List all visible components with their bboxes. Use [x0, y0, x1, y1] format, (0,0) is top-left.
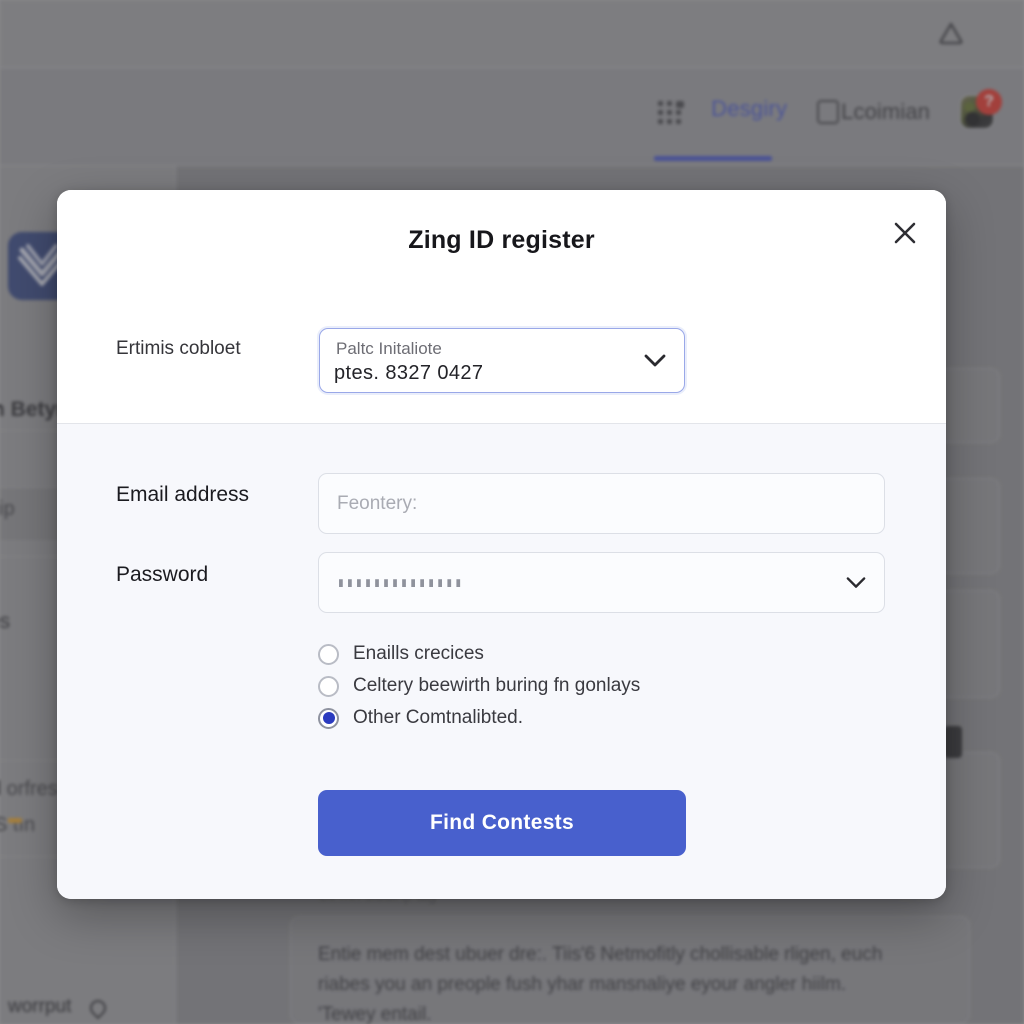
avatar-shape-upper [964, 102, 975, 112]
password-field[interactable]: ▮▮▮▮▮▮▮▮▮▮▮▮▮▮ [318, 552, 885, 613]
sidebar-orange-marker [8, 818, 22, 823]
top-row-label: Ertimis cobloet [116, 338, 241, 359]
radio-option-1-label: Celtery beewirth buring fn gonlays [353, 675, 641, 696]
close-icon-glyph [894, 222, 916, 244]
content-dark-chip[interactable] [944, 726, 962, 758]
avatar-shape-lower [965, 112, 980, 126]
tab-desgiry[interactable]: Desgiry [711, 96, 787, 128]
radio-indicator [318, 707, 339, 729]
radio-option-0-label: Enaills crecices [353, 643, 484, 664]
chevron-down-icon[interactable] [846, 576, 866, 589]
email-placeholder: Feontery: [337, 492, 418, 514]
tab-desgiry-label: Desgiry [711, 96, 788, 121]
zing-id-register-dialog: Zing ID register Ertimis cobloet Paltc I… [57, 190, 946, 899]
dialog-header-section: Zing ID register Ertimis cobloet Paltc I… [57, 190, 946, 424]
avatar-notification-badge[interactable]: ? [976, 89, 1002, 115]
triangle-icon[interactable] [938, 20, 964, 46]
account-select-line2: ptes. 8327 0427 [334, 362, 484, 384]
find-contests-button[interactable]: Find Contests [318, 790, 686, 856]
radio-option-2[interactable]: Other Comtnalibted. [318, 702, 640, 734]
radio-indicator [318, 675, 339, 697]
sidebar-item-1[interactable]: uip [0, 498, 15, 521]
navbar-items: Desgiry Lcoimian ? [658, 89, 1002, 129]
nav-checkbox[interactable] [817, 100, 840, 124]
radio-option-0[interactable]: Enaills crecices [318, 638, 640, 670]
password-masked-value: ▮▮▮▮▮▮▮▮▮▮▮▮▮▮ [337, 575, 464, 590]
password-label: Password [116, 563, 209, 586]
sidebar-footer-label[interactable]: worrput [8, 996, 71, 1018]
account-select[interactable]: Paltc Initaliote ptes. 8327 0427 [319, 328, 685, 393]
browser-topbar [0, 0, 1024, 68]
radio-option-2-label: Other Comtnalibted. [353, 707, 524, 728]
nav-checkbox-label: Lcoimian [841, 99, 930, 124]
chevron-down-icon [644, 354, 666, 366]
nav-checkbox-group[interactable]: Lcoimian [817, 99, 930, 125]
radio-indicator [318, 643, 339, 665]
dialog-title: Zing ID register [408, 226, 595, 254]
account-select-line1: Paltc Initaliote [336, 339, 442, 358]
radio-option-1[interactable]: Celtery beewirth buring fn gonlays [318, 670, 640, 702]
email-label: Email address [116, 483, 250, 506]
content-paragraph: Entie mem dest ubuer dre:. Tiis'6 Netmof… [318, 944, 883, 1024]
sidebar-item-3[interactable]: d orfres [0, 778, 58, 801]
screen-root: Desgiry Lcoimian ? Betyn ip s orfres S t… [0, 0, 1024, 1024]
active-tab-underline [654, 156, 772, 161]
avatar[interactable]: ? [960, 89, 1002, 129]
options-radio-group: Enaills crecices Celtery beewirth buring… [318, 638, 640, 734]
sidebar-item-2[interactable]: es [0, 610, 10, 634]
close-icon[interactable] [884, 212, 926, 254]
apps-grid-icon[interactable] [658, 100, 685, 124]
email-field[interactable]: Feontery: [318, 473, 885, 534]
